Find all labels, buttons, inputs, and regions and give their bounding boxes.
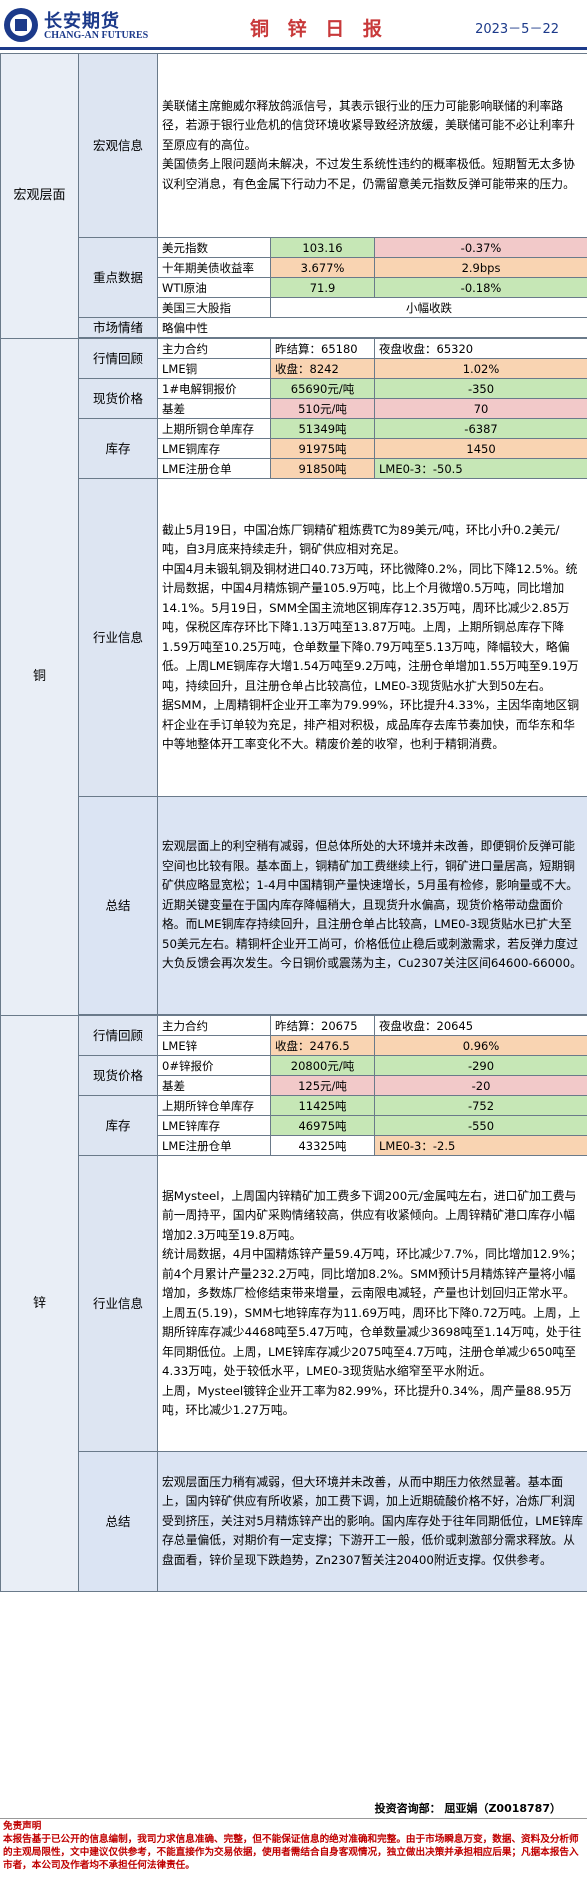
zinc-main-contract: 主力合约 — [157, 1015, 271, 1036]
copper-basis-change: 70 — [373, 398, 587, 419]
zinc-industry-label: 行业信息 — [78, 1155, 158, 1452]
copper-lme-change: 1.02% — [373, 358, 587, 379]
zinc-lme-close: 收盘：2476.5 — [270, 1035, 375, 1056]
key-row-name: 十年期美债收益率 — [157, 257, 271, 278]
zinc-summary-label: 总结 — [78, 1451, 158, 1592]
logo-name-en: CHANG-AN FUTURES — [44, 30, 149, 41]
inventory-row-change: LME0-3：-2.5 — [373, 1135, 587, 1156]
company-logo: 长安期货 CHANG-AN FUTURES — [4, 6, 174, 46]
report-header: 长安期货 CHANG-AN FUTURES 铜 锌 日 报 2023－5－22 — [0, 0, 587, 50]
analyst-credit: 投资咨询部： 屈亚娟（Z0018787） — [0, 1799, 587, 1819]
inventory-row-name: LME注册仓单 — [157, 1135, 271, 1156]
macro-key-data-label: 重点数据 — [78, 237, 158, 318]
macro-info-paragraph: 美联储主席鲍威尔释放鸽派信号，其表示银行业的压力可能影响联储的利率路径，若源于银… — [162, 98, 575, 152]
copper-summary-label: 总结 — [78, 796, 158, 1015]
zinc-basis-value: 125元/吨 — [270, 1075, 375, 1096]
market-sentiment-label: 市场情绪 — [78, 317, 158, 338]
zinc-lme-name: LME锌 — [157, 1035, 271, 1056]
disclaimer-text: 本报告基于已公开的信息编制，我司力求信息准确、完整，但不能保证信息的绝对准确和完… — [3, 1834, 579, 1871]
copper-night-close: 夜盘收盘：65320 — [373, 338, 587, 359]
inventory-row-value: 46975吨 — [270, 1115, 375, 1136]
copper-lme-name: LME铜 — [157, 358, 271, 379]
key-row-change: 2.9bps — [373, 257, 587, 278]
inventory-row-name: 上期所铜仓单库存 — [157, 418, 271, 439]
copper-spot-change: -350 — [373, 378, 587, 399]
copper-basis-value: 510元/吨 — [270, 398, 375, 419]
industry-paragraph: 统计局数据，4月中国精炼锌产量59.4万吨，环比减少7.7%，同比增加12.9%… — [162, 1247, 582, 1378]
copper-lme-close: 收盘：8242 — [270, 358, 375, 379]
macro-info-paragraph: 美国债务上限问题尚未解决，不过发生系统性违约的概率极低。短期暂无太多协议利空消息… — [162, 157, 575, 191]
inventory-row-name: LME铜库存 — [157, 438, 271, 459]
disclaimer: 免责声明 本报告基于已公开的信息编制，我司力求信息准确、完整，但不能保证信息的绝… — [0, 1819, 587, 1883]
zinc-industry-text: 据Mysteel，上周国内锌精矿加工费多下调200元/金属吨左右，进口矿加工费与… — [156, 1155, 587, 1452]
industry-paragraph: 截止5月19日，中国冶炼厂铜精矿粗炼费TC为89美元/吨，环比小升0.2美元/吨… — [162, 522, 560, 557]
copper-main-contract: 主力合约 — [157, 338, 271, 359]
key-row-change: -0.37% — [373, 237, 587, 258]
us-stocks-name: 美国三大股指 — [157, 297, 271, 318]
macro-info-label: 宏观信息 — [78, 53, 158, 238]
inventory-row-value: 43325吨 — [270, 1135, 375, 1156]
copper-industry-label: 行业信息 — [78, 478, 158, 797]
key-row-value: 103.16 — [270, 237, 375, 258]
section-copper: 铜 — [0, 338, 79, 1016]
zinc-lme-change: 0.96% — [373, 1035, 587, 1056]
logo-emblem-icon — [4, 8, 38, 42]
report-date: 2023－5－22 — [475, 22, 559, 37]
section-macro: 宏观层面 — [0, 53, 79, 339]
report-body: 宏观层面 宏观信息 美联储主席鲍威尔释放鸽派信号，其表示银行业的压力可能影响联储… — [0, 53, 587, 1592]
industry-paragraph: 据Mysteel，上周国内锌精矿加工费多下调200元/金属吨左右，进口矿加工费与… — [162, 1188, 577, 1242]
zinc-basis-change: -20 — [373, 1075, 587, 1096]
inventory-row-change: 1450 — [373, 438, 587, 459]
industry-paragraph: 据SMM，上周精铜杆企业开工率为79.99%，环比提升4.33%，主因华南地区铜… — [162, 698, 580, 751]
zinc-spot-name: 0#锌报价 — [157, 1055, 271, 1076]
report-table: 宏观层面 宏观信息 美联储主席鲍威尔释放鸽派信号，其表示银行业的压力可能影响联储… — [0, 53, 587, 1592]
key-row-name: 美元指数 — [157, 237, 271, 258]
inventory-row-change: -752 — [373, 1095, 587, 1116]
zinc-prev-settle: 昨结算：20675 — [270, 1015, 375, 1036]
inventory-row-name: LME注册仓单 — [157, 458, 271, 479]
copper-industry-text: 截止5月19日，中国冶炼厂铜精矿粗炼费TC为89美元/吨，环比小升0.2美元/吨… — [156, 478, 587, 797]
report-title: 铜 锌 日 报 — [250, 18, 388, 40]
inventory-row-name: 上期所锌仓单库存 — [157, 1095, 271, 1116]
key-row-name: WTI原油 — [157, 277, 271, 298]
us-stocks-value: 小幅收跌 — [269, 297, 587, 318]
zinc-basis-name: 基差 — [157, 1075, 271, 1096]
section-zinc: 锌 — [0, 1015, 79, 1592]
copper-summary-text: 宏观层面上的利空稍有减弱，但总体所处的大环境并未改善，即便铜价反弹可能空间也比较… — [156, 796, 587, 1015]
copper-prev-settle: 昨结算：65180 — [270, 338, 375, 359]
copper-spot-price: 65690元/吨 — [270, 378, 375, 399]
zinc-spot-price: 20800元/吨 — [270, 1055, 375, 1076]
inventory-row-change: LME0-3：-50.5 — [373, 458, 587, 479]
zinc-inventory-label: 库存 — [78, 1095, 158, 1156]
copper-inventory-label: 库存 — [78, 418, 158, 479]
key-row-change: -0.18% — [373, 277, 587, 298]
zinc-spot-label: 现货价格 — [78, 1055, 158, 1096]
zinc-night-close: 夜盘收盘：20645 — [373, 1015, 587, 1036]
inventory-row-name: LME锌库存 — [157, 1115, 271, 1136]
disclaimer-title: 免责声明 — [3, 1821, 42, 1832]
industry-paragraph: 上周，Mysteel镀锌企业开工率为82.99%，环比提升0.34%，周产量88… — [162, 1383, 572, 1418]
industry-paragraph: 中国4月未锻轧铜及铜材进口40.73万吨，环比微降0.2%，同比下降12.5%。… — [162, 561, 579, 693]
copper-basis-name: 基差 — [157, 398, 271, 419]
inventory-row-value: 51349吨 — [270, 418, 375, 439]
macro-info-text: 美联储主席鲍威尔释放鸽派信号，其表示银行业的压力可能影响联储的利率路径，若源于银… — [156, 53, 587, 238]
inventory-row-value: 91850吨 — [270, 458, 375, 479]
inventory-row-change: -6387 — [373, 418, 587, 439]
copper-review-label: 行情回顾 — [78, 338, 158, 379]
copper-spot-label: 现货价格 — [78, 378, 158, 419]
key-row-value: 71.9 — [270, 277, 375, 298]
key-row-value: 3.677% — [270, 257, 375, 278]
zinc-summary-text: 宏观层面压力稍有减弱，但大环境并未改善，从而中期压力依然显著。基本面上，国内锌矿… — [156, 1451, 587, 1592]
copper-spot-name: 1#电解铜报价 — [157, 378, 271, 399]
inventory-row-change: -550 — [373, 1115, 587, 1136]
inventory-row-value: 11425吨 — [270, 1095, 375, 1116]
zinc-review-label: 行情回顾 — [78, 1015, 158, 1056]
market-sentiment-value: 略偏中性 — [156, 317, 587, 338]
inventory-row-value: 91975吨 — [270, 438, 375, 459]
zinc-spot-change: -290 — [373, 1055, 587, 1076]
